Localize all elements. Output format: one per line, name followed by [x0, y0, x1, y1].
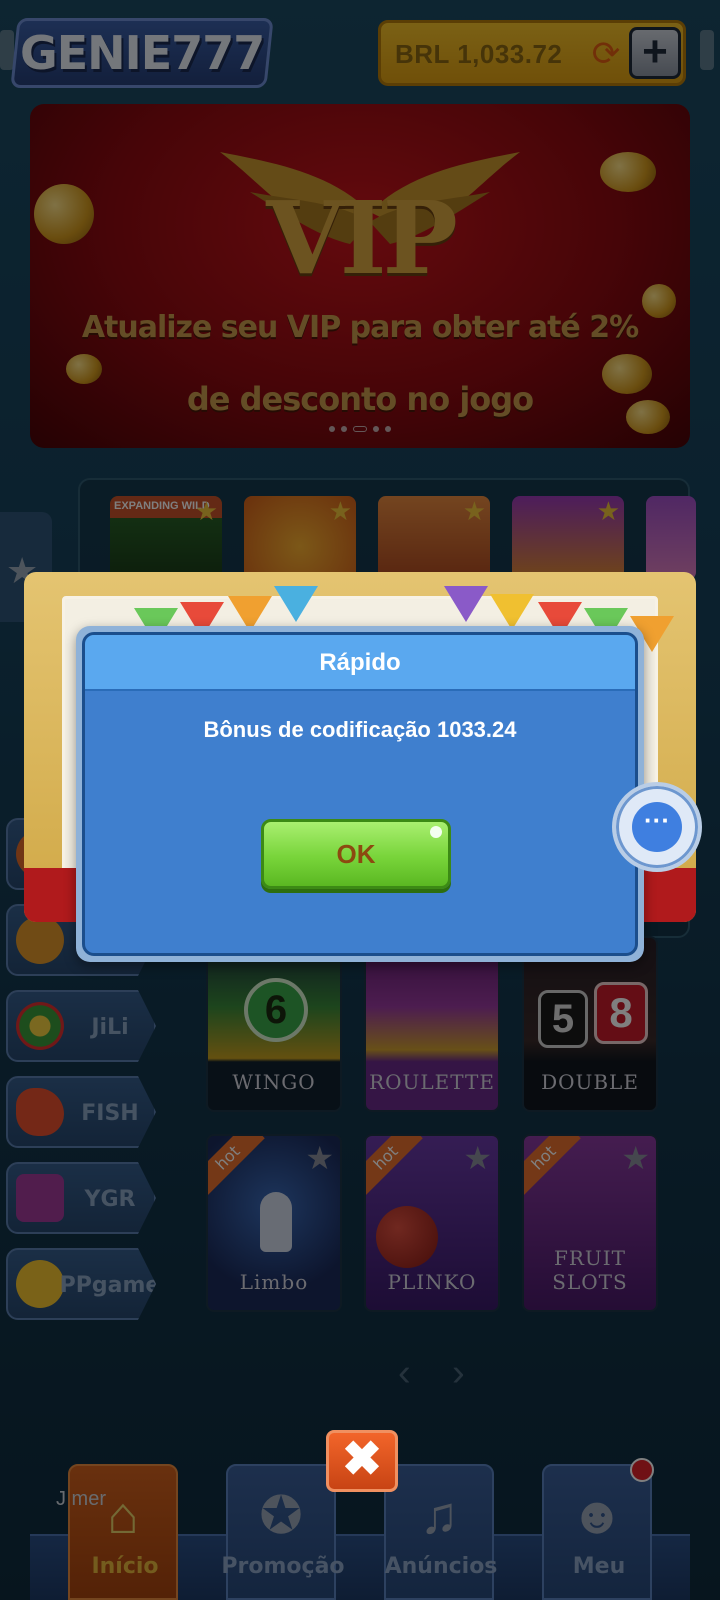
dialog-body: Rápido Bônus de codificação 1033.24 OK — [82, 632, 638, 956]
chat-bubble-icon: ··· — [632, 802, 682, 852]
bunting-flag — [274, 586, 318, 622]
dialog-message: Bônus de codificação 1033.24 — [203, 717, 517, 742]
alert-dialog: Rápido Bônus de codificação 1033.24 OK — [76, 626, 644, 962]
dialog-title: Rápido — [319, 649, 401, 676]
ok-button[interactable]: OK — [261, 819, 451, 889]
dialog-header: Rápido — [85, 635, 635, 691]
app-root: GENIE777 BRL 1,033.72 ⟳ + VIP Atualize s… — [0, 0, 720, 1600]
close-popup-button[interactable]: ✖ — [326, 1430, 398, 1492]
button-shine — [430, 826, 442, 838]
bunting-flag — [490, 594, 534, 630]
chat-support-button[interactable]: ··· — [612, 782, 702, 872]
bunting-flag — [444, 586, 488, 622]
ok-button-label: OK — [336, 839, 376, 869]
